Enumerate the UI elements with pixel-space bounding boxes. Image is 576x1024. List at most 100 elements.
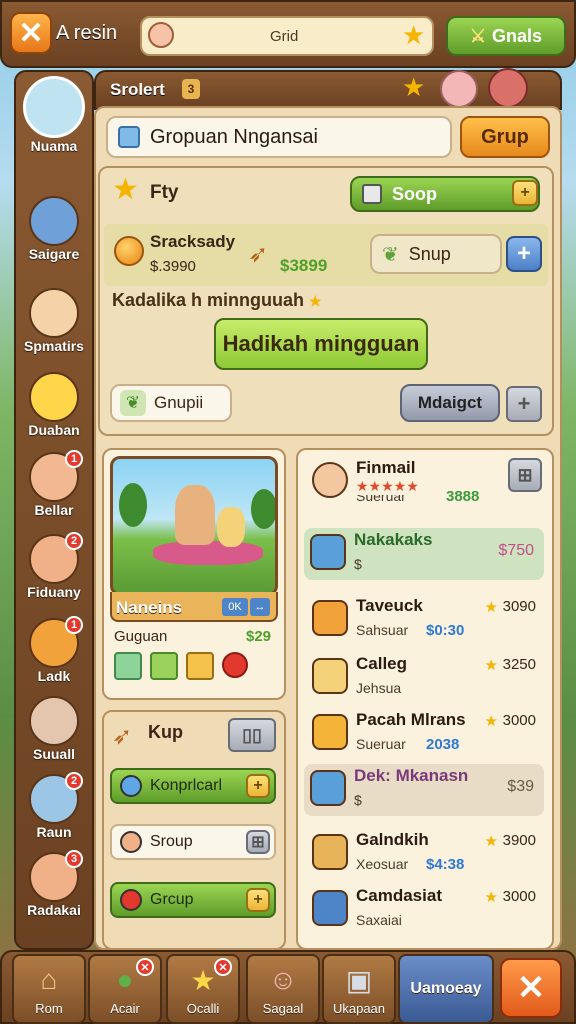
goals-label: Gnals xyxy=(492,25,543,46)
promo-text-label: Kadalika h minnguuah xyxy=(112,290,305,310)
feature-price: $29 xyxy=(246,628,272,645)
right-list-row[interactable]: Taveuck Sahsuar $0:30 ★ 3090 xyxy=(306,594,544,648)
cash-register-icon xyxy=(310,534,346,570)
right-list-title: Galndkih xyxy=(356,830,429,849)
feature-item-leaf[interactable] xyxy=(150,652,178,680)
feature-image xyxy=(110,456,278,596)
nav-label: Rom xyxy=(35,1001,63,1016)
sidebar-item-3[interactable]: Duaban xyxy=(18,372,90,438)
right-list-row[interactable]: Calleg Jehsua ★ 3250 xyxy=(306,652,544,706)
right-list-value: $750 xyxy=(498,542,534,559)
avatar-man-icon xyxy=(23,76,85,138)
right-list-sub: $ xyxy=(354,792,362,808)
whale-icon: 2 xyxy=(29,772,83,824)
nav-ocalli-button[interactable]: ★ Ocalli ✕ xyxy=(166,954,240,1024)
search-field[interactable]: Gropuan Nngansai xyxy=(106,116,452,158)
rating-stars-icon: ★★★★★ xyxy=(356,478,419,495)
right-list-sub-value: 2038 xyxy=(426,736,460,753)
coin-title: Sracksady xyxy=(150,232,236,251)
value-star-icon: ★ xyxy=(484,713,498,730)
grupii-label: Gnupii xyxy=(154,393,204,412)
sidebar-item-2[interactable]: Spmatirs xyxy=(18,288,90,354)
sidebar-item-label: Saigare xyxy=(28,246,80,262)
right-list-row[interactable]: Camdasiat Saxaiai ★ 3000 xyxy=(306,884,544,938)
feature-tag-1[interactable]: 0K xyxy=(222,598,248,616)
right-list-row[interactable]: Dek: Mkanasn $ $39 xyxy=(304,764,544,816)
right-list-sub-value: $0:30 xyxy=(426,622,465,639)
soop-plus-button[interactable]: + xyxy=(512,180,538,206)
sword-icon: ⚔ xyxy=(469,25,487,46)
promo-button[interactable]: Hadikah mingguan xyxy=(214,318,428,370)
sidebar-item-1[interactable]: Saigare xyxy=(18,196,90,262)
avatar-girl2-icon: 2 xyxy=(29,532,83,584)
friend-avatar-1[interactable] xyxy=(440,70,478,108)
goals-button[interactable]: ⚔ Gnals xyxy=(446,16,566,56)
sidebar-item-6[interactable]: 1 Ladk xyxy=(18,616,90,684)
sidebar-badge: 1 xyxy=(65,450,83,468)
card-star-icon: ★ xyxy=(112,173,139,206)
coin-icon xyxy=(114,236,144,266)
box-icon: ▣ xyxy=(345,965,373,996)
nav-sagaal-button[interactable]: ☺ Sagaal xyxy=(246,954,320,1024)
sidebar-item-label: Spmatirs xyxy=(24,338,84,354)
feature-title: Naneins xyxy=(116,598,183,617)
mdaigct-plus-button[interactable]: + xyxy=(506,386,542,422)
right-list-value: 3090 xyxy=(502,598,536,615)
mdaigct-button[interactable]: Mdaigct xyxy=(400,384,500,422)
nav-label: Sagaal xyxy=(262,1001,304,1016)
left-list-plus-button[interactable]: + xyxy=(246,888,270,912)
feature-tag-2[interactable]: ↔ xyxy=(250,598,270,616)
close-x-icon[interactable]: ✕ xyxy=(500,958,562,1018)
right-list-sub: Sahsuar xyxy=(356,622,409,638)
left-list-item-label: Konprlcarl xyxy=(150,777,223,794)
food-bowl-icon: 1 xyxy=(29,616,83,668)
right-list-row[interactable]: FinmailSueruar★★★★★3888⊞★★★★★ xyxy=(306,456,544,510)
nav-acair-button[interactable]: ● Acair ✕ xyxy=(88,954,162,1024)
gear-icon xyxy=(312,600,348,636)
group-button[interactable]: Grup xyxy=(460,116,550,158)
sidebar-item-7[interactable]: Suuall xyxy=(18,696,90,762)
left-list-plus-button[interactable]: ⊞ xyxy=(246,830,270,854)
star-icon[interactable]: ★ xyxy=(402,20,425,51)
sidebar-item-9[interactable]: 3 Radakai xyxy=(18,850,90,918)
sidebar-item-8[interactable]: 2 Raun xyxy=(18,772,90,840)
nav-ukapaan-button[interactable]: ▣ Ukapaan xyxy=(322,954,396,1024)
right-list-value: 3900 xyxy=(502,832,536,849)
cube-icon xyxy=(118,126,140,148)
nav-label: Ocalli xyxy=(186,1001,220,1016)
nav-uamoeay-button[interactable]: Uamoeay xyxy=(398,954,494,1024)
value-star-icon: ★ xyxy=(484,599,498,616)
grid-button[interactable]: ⊞ xyxy=(508,458,542,492)
left-list-arrow-icon: ➶ xyxy=(112,723,133,750)
sidebar-item-4[interactable]: 1 Bellar xyxy=(18,450,90,518)
right-list-row[interactable]: Nakakaks $ $750 xyxy=(304,528,544,580)
green-price: $3899 xyxy=(280,256,328,275)
feature-item-gem[interactable] xyxy=(114,652,142,680)
grupii-button[interactable]: ❦ Gnupii xyxy=(110,384,232,422)
close-x-icon[interactable]: ✕ xyxy=(10,12,52,54)
camera-icon xyxy=(312,890,348,926)
sidebar-item-5[interactable]: 2 Fiduany xyxy=(18,532,90,600)
snup-plus-button[interactable]: + xyxy=(506,236,542,272)
sidebar-item-0[interactable]: Nuama xyxy=(18,76,90,154)
feature-sub: Guguan xyxy=(114,628,168,645)
left-list-grid-button[interactable]: ▯▯ xyxy=(228,718,276,752)
apple-icon[interactable] xyxy=(222,652,248,678)
sidebar-badge: 1 xyxy=(65,616,83,634)
avatar-face-icon xyxy=(120,831,142,853)
right-list-row[interactable]: Pacah Mlrans Sueruar 2038 ★ 3000 xyxy=(306,708,544,762)
map-icon xyxy=(312,834,348,870)
picnic-blanket xyxy=(153,541,263,565)
right-list-row[interactable]: Galndkih Xeosuar $4:38 ★ 3900 xyxy=(306,828,544,882)
friend-avatar-2[interactable] xyxy=(488,68,528,108)
snup-field[interactable]: ❦ Snup xyxy=(370,234,502,274)
nav-rom-button[interactable]: ⌂ Rom xyxy=(12,954,86,1024)
feature-item-herb[interactable] xyxy=(186,652,214,680)
sidebar-item-label: Ladk xyxy=(37,668,71,684)
tree-left xyxy=(119,483,147,527)
box-icon xyxy=(362,184,382,204)
house-icon: ⌂ xyxy=(40,964,58,995)
cash-register-icon xyxy=(310,770,346,806)
left-list-plus-button[interactable]: + xyxy=(246,774,270,798)
app-title: A resin xyxy=(56,22,118,44)
